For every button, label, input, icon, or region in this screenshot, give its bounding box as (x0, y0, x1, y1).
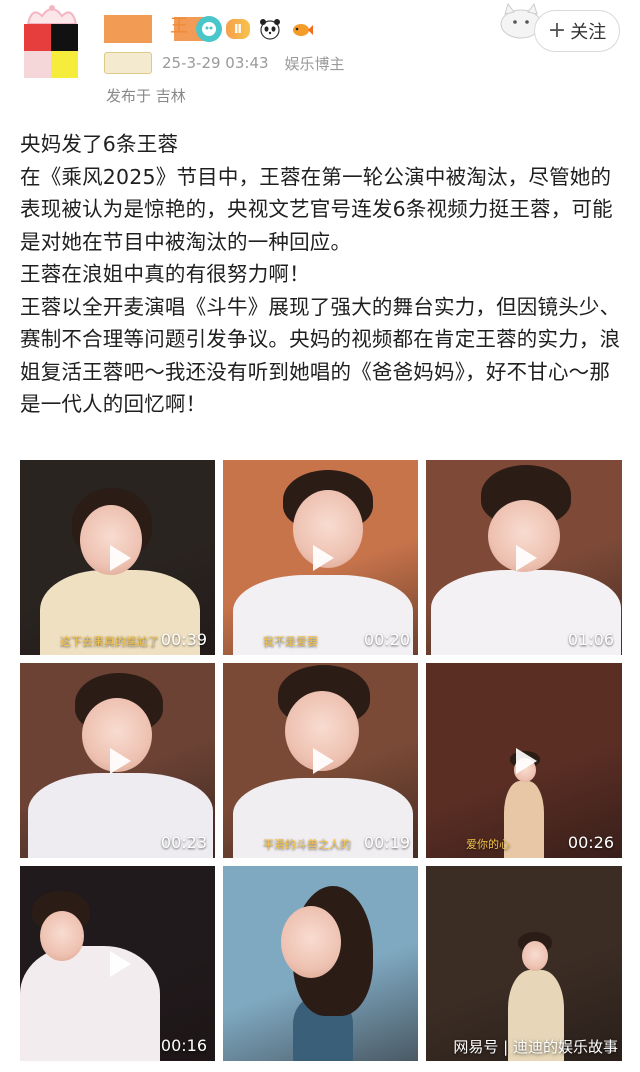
post-location: 发布于 吉林 (106, 87, 186, 105)
post-body: 央妈发了6条王蓉 在《乘风2025》节目中，王蓉在第一轮公演中被淘汰，尽管她的表… (20, 128, 624, 421)
video-duration: 00:20 (363, 630, 410, 649)
video-subtitle: 平滑的斗兽之人的 (263, 838, 351, 851)
play-icon[interactable] (99, 539, 137, 577)
media-thumbnail[interactable]: 00:26 爱你的心 (426, 663, 622, 858)
vip-tag (104, 52, 152, 74)
video-duration: 00:19 (363, 833, 410, 852)
post-paragraph: 央妈发了6条王蓉 (20, 132, 179, 156)
video-duration: 00:16 (160, 1036, 207, 1055)
media-thumbnail[interactable]: 00:39 这下去果真的尴尬了 (20, 460, 215, 655)
figure-body (20, 946, 160, 1061)
media-thumbnail[interactable]: 00:20 我不是爱要 (223, 460, 418, 655)
video-duration: 00:23 (160, 833, 207, 852)
follow-button[interactable]: + 关注 (534, 10, 620, 52)
post-source: 娱乐博主 (284, 54, 345, 73)
avatar[interactable] (24, 24, 78, 78)
plus-icon: + (547, 18, 567, 43)
panda-icon (259, 19, 280, 40)
user-avatar-area[interactable] (18, 2, 88, 82)
figure-face (40, 911, 84, 961)
goldfish-icon (292, 24, 313, 36)
video-duration: 01:06 (567, 630, 614, 649)
figure-body (504, 781, 544, 858)
post-paragraph: 在《乘风2025》节目中，王蓉在第一轮公演中被淘汰，尽管她的表现被认为是惊艳的，… (20, 164, 613, 254)
redacted-block (104, 15, 152, 43)
weibo-post: 王 Ⅱ 25-3-29 03:43 娱乐博主 发布于 吉林 + 关注 央妈发了6… (0, 0, 640, 1072)
post-paragraph: 王蓉在浪姐中真的有很努力啊！ (20, 262, 310, 286)
user-name[interactable]: 王 (170, 12, 188, 38)
video-duration: 00:39 (160, 630, 207, 649)
play-icon[interactable] (302, 742, 340, 780)
media-thumbnail[interactable]: 00:16 (20, 866, 215, 1061)
media-thumbnail[interactable]: 00:19 平滑的斗兽之人的 (223, 663, 418, 858)
member-badge-icon (196, 16, 222, 42)
post-paragraph: 王蓉以全开麦演唱《斗牛》展现了强大的舞台实力，但因镜头少、赛制不合理等问题引发争… (20, 294, 621, 417)
media-thumbnail[interactable] (223, 866, 418, 1061)
video-subtitle: 我不是爱要 (263, 635, 318, 648)
play-icon[interactable] (99, 945, 137, 983)
name-redaction (104, 15, 204, 43)
post-timestamp: 25-3-29 03:43 (162, 54, 269, 72)
play-icon[interactable] (302, 539, 340, 577)
media-thumbnail[interactable]: 网易号 | 迪迪的娱乐故事 (426, 866, 622, 1061)
video-duration: 00:26 (567, 833, 614, 852)
figure-face (522, 941, 548, 971)
level-badge: Ⅱ (226, 19, 250, 39)
post-meta: 25-3-29 03:43 娱乐博主 (104, 52, 345, 74)
follow-label: 关注 (570, 22, 607, 43)
media-thumbnail[interactable]: 00:23 (20, 663, 215, 858)
figure-face (281, 906, 341, 978)
video-subtitle: 爱你的心 (466, 838, 510, 851)
video-subtitle: 这下去果真的尴尬了 (60, 635, 159, 648)
user-info-row: 王 Ⅱ (104, 14, 314, 44)
media-thumbnail[interactable]: 01:06 (426, 460, 622, 655)
source-watermark: 网易号 | 迪迪的娱乐故事 (453, 1038, 618, 1056)
play-icon[interactable] (505, 539, 543, 577)
play-icon[interactable] (99, 742, 137, 780)
play-icon[interactable] (505, 742, 543, 780)
media-grid: 00:39 这下去果真的尴尬了 00:20 我不是爱要 01:06 00:23 00:19 平… (20, 460, 622, 1061)
